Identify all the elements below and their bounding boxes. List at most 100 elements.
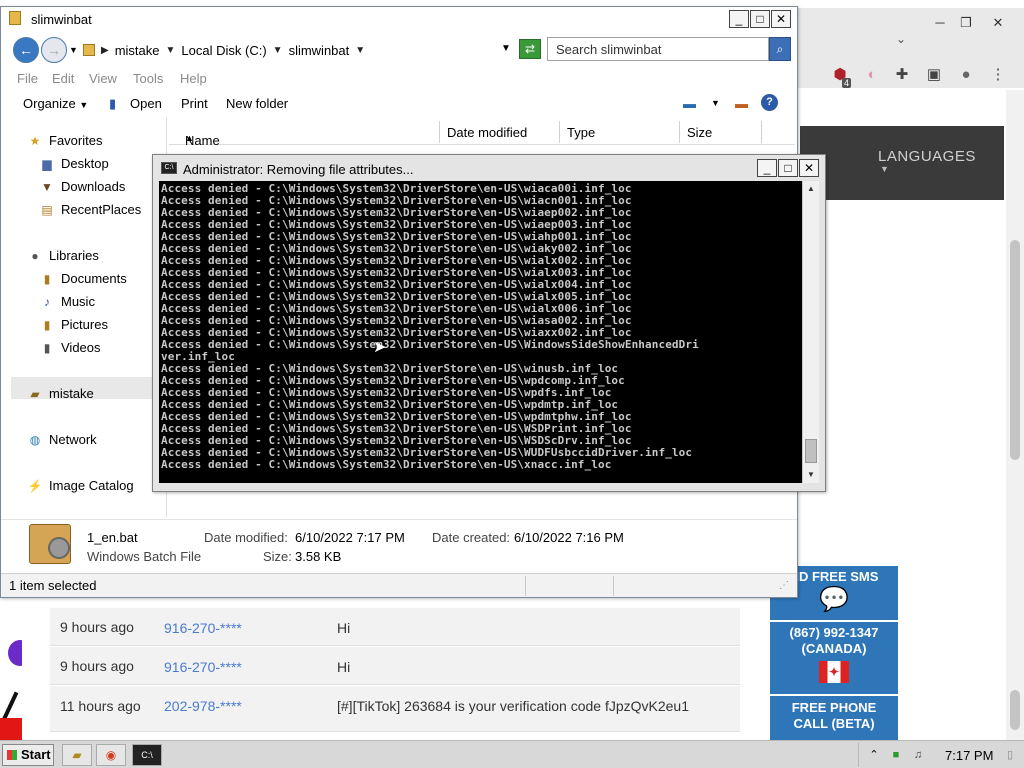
nav-music[interactable]: ♪ Music [39, 294, 95, 309]
explorer-close-button[interactable]: ✕ [771, 10, 791, 28]
print-button[interactable]: Print [181, 96, 208, 111]
nav-label: Pictures [61, 317, 108, 332]
message-row[interactable]: 9 hours ago 916-270-**** Hi [50, 647, 740, 685]
message-number[interactable]: 916-270-**** [164, 620, 242, 636]
nav-network[interactable]: ◍ Network [27, 432, 97, 447]
sidepanel-icon[interactable]: ▣ [924, 66, 944, 84]
forward-arrow-icon[interactable]: → [41, 37, 67, 63]
column-date-modified[interactable]: Date modified [447, 125, 527, 140]
nav-label: RecentPlaces [61, 202, 142, 217]
preview-pane-icon[interactable]: ▬ [735, 96, 748, 111]
organize-button[interactable]: Organize ▼ [23, 96, 88, 111]
browser-scroll-thumb-lower[interactable] [1010, 690, 1020, 730]
browser-scroll-thumb[interactable] [1010, 240, 1020, 460]
menu-tools[interactable]: Tools [133, 71, 163, 86]
nav-videos[interactable]: ▮ Videos [39, 340, 101, 355]
nav-user-mistake[interactable]: ▰ mistake [27, 386, 93, 401]
open-button[interactable]: Open [130, 96, 162, 111]
extensions-puzzle-icon[interactable]: ✚ [892, 66, 912, 84]
nav-documents[interactable]: ▮ Documents [39, 271, 127, 286]
back-arrow-icon[interactable]: ← [13, 37, 39, 63]
explorer-maximize-button[interactable]: □ [750, 10, 770, 28]
details-created-label: Date created: [432, 530, 511, 545]
breadcrumb-separator-icon[interactable]: ▼ [273, 45, 283, 56]
resize-grip-icon[interactable]: ⋰ [779, 580, 789, 591]
chevron-down-icon[interactable]: ⌄ [896, 32, 906, 46]
menu-view[interactable]: View [89, 71, 117, 86]
menu-file[interactable]: File [17, 71, 38, 86]
kebab-menu-icon[interactable]: ⋮ [988, 66, 1008, 84]
message-row[interactable]: 11 hours ago 202-978-**** [#][TikTok] 26… [50, 686, 740, 732]
column-type[interactable]: Type [567, 125, 595, 140]
phone-number-banner[interactable]: (867) 992-1347 (CANADA) ✦ [770, 622, 898, 694]
breadcrumb-separator-icon[interactable]: ▶ [101, 45, 109, 56]
column-divider[interactable] [439, 121, 440, 143]
taskbar-chrome-icon[interactable]: ◉ [96, 744, 126, 766]
console-maximize-button[interactable]: □ [778, 159, 798, 177]
speaker-muted-icon[interactable]: ♫ [911, 748, 925, 762]
scroll-down-arrow-icon[interactable]: ▼ [803, 467, 819, 483]
taskbar-console-icon[interactable]: C:\ [132, 744, 162, 766]
nav-image-catalog[interactable]: ⚡ Image Catalog [27, 478, 134, 493]
menu-help[interactable]: Help [180, 71, 207, 86]
search-icon[interactable]: ⌕ [769, 37, 791, 61]
column-divider[interactable] [679, 121, 680, 143]
browser-minimize-button[interactable]: ─ [928, 14, 952, 32]
start-button[interactable]: Start [2, 744, 54, 766]
details-modified-label: Date modified: [204, 530, 288, 545]
documents-icon: ▮ [43, 271, 51, 286]
open-file-icon[interactable]: ▮ [109, 96, 116, 112]
organize-label: Organize [23, 96, 76, 111]
clock[interactable]: 7:17 PM [945, 748, 993, 763]
browser-restore-button[interactable]: ❐ [954, 14, 978, 32]
nav-pictures[interactable]: ▮ Pictures [39, 317, 108, 332]
explorer-titlebar[interactable]: slimwinbat _ □ ✕ [1, 7, 797, 31]
nav-desktop[interactable]: ▆ Desktop [39, 156, 108, 171]
browser-close-button[interactable]: ✕ [986, 14, 1010, 32]
nav-label: Libraries [49, 248, 99, 263]
console-output[interactable]: Access denied - C:\Windows\System32\Driv… [159, 181, 802, 483]
breadcrumb-separator-icon[interactable]: ▼ [355, 45, 365, 56]
show-desktop-icon[interactable]: ▯ [1003, 748, 1017, 762]
nav-recent-places[interactable]: ▤ RecentPlaces [39, 202, 141, 217]
breadcrumb-item[interactable]: Local Disk (C:) [181, 43, 266, 58]
menu-edit[interactable]: Edit [52, 71, 74, 86]
profile-avatar-icon[interactable]: ● [956, 66, 976, 84]
console-titlebar[interactable]: C:\ Administrator: Removing file attribu… [153, 155, 825, 181]
recent-pages-chevron-icon[interactable]: ▼ [69, 45, 78, 55]
column-divider[interactable] [761, 121, 762, 143]
nav-favorites[interactable]: ★ Favorites [27, 133, 103, 148]
browser-scrollbar[interactable] [1006, 90, 1024, 740]
view-options-icon[interactable]: ▬ [683, 96, 696, 111]
tray-monitor-icon[interactable]: ■ [889, 748, 903, 762]
breadcrumb-item[interactable]: slimwinbat [289, 43, 350, 58]
nav-languages[interactable]: LANGUAGES [878, 148, 976, 165]
console-minimize-button[interactable]: _ [757, 159, 777, 177]
console-scroll-thumb[interactable] [805, 439, 817, 463]
message-number[interactable]: 916-270-**** [164, 659, 242, 675]
address-dropdown-icon[interactable]: ▼ [501, 43, 511, 54]
console-scrollbar[interactable]: ▲ ▼ [802, 181, 819, 483]
search-input[interactable]: Search slimwinbat [547, 37, 769, 61]
details-pane: 1_en.bat Windows Batch File Date modifie… [1, 519, 797, 573]
breadcrumb-item[interactable]: mistake [115, 43, 160, 58]
tray-expand-icon[interactable]: ⌃ [867, 748, 881, 762]
flag-extension-icon[interactable]: ◐ [862, 66, 882, 84]
message-row[interactable]: 9 hours ago 916-270-**** Hi [50, 608, 740, 646]
new-folder-button[interactable]: New folder [226, 96, 288, 111]
explorer-minimize-button[interactable]: _ [729, 10, 749, 28]
taskbar-explorer-icon[interactable]: ▰ [62, 744, 92, 766]
view-options-chevron-icon[interactable]: ▼ [711, 98, 720, 108]
breadcrumb-separator-icon[interactable]: ▼ [166, 45, 176, 56]
message-number[interactable]: 202-978-**** [164, 698, 242, 714]
help-icon[interactable]: ? [761, 94, 778, 111]
nav-downloads[interactable]: ▼ Downloads [39, 179, 125, 194]
column-divider[interactable] [559, 121, 560, 143]
scroll-up-arrow-icon[interactable]: ▲ [803, 181, 819, 197]
address-bar: ← → ▼ ▶ mistake ▼ Local Disk (C:) ▼ slim… [1, 33, 797, 69]
refresh-icon[interactable]: ⇄ [519, 39, 541, 59]
console-close-button[interactable]: ✕ [799, 159, 819, 177]
column-size[interactable]: Size [687, 125, 712, 140]
nav-libraries[interactable]: ● Libraries [27, 248, 99, 263]
free-call-banner[interactable]: FREE PHONE CALL (BETA) [770, 696, 898, 740]
